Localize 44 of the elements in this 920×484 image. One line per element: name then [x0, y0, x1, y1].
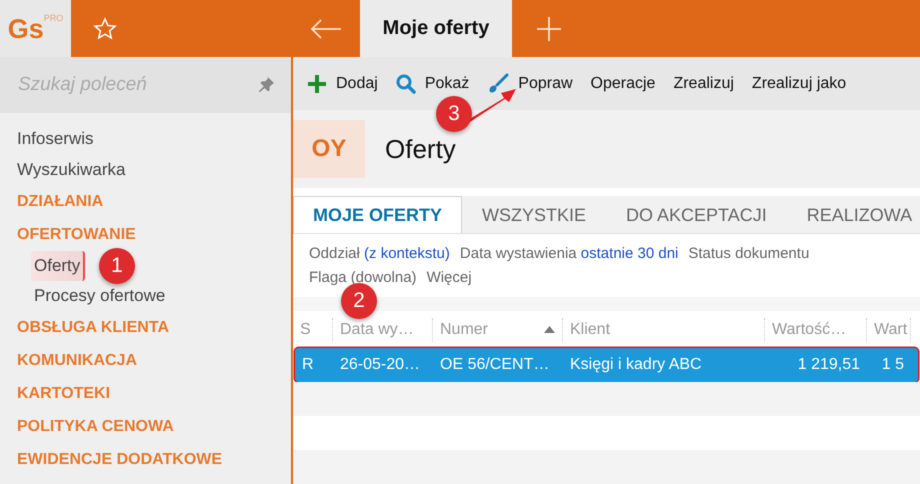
- table-cell-text: 1 219,51: [796, 356, 861, 374]
- search-box[interactable]: Szukaj poleceń: [0, 57, 291, 113]
- pin-icon[interactable]: [257, 76, 275, 94]
- module-badge: OY: [293, 120, 365, 178]
- column-header[interactable]: S: [293, 318, 333, 342]
- search-icon: [396, 74, 416, 94]
- search-input[interactable]: Szukaj poleceń: [18, 74, 257, 96]
- filter-link[interactable]: Oddział (z kontekstu): [309, 242, 450, 266]
- toolbar-button[interactable]: Operacje: [590, 74, 656, 93]
- brush-icon: [487, 72, 510, 95]
- table-cell-text: OE 56/CENT…: [439, 356, 550, 374]
- plus-icon: [307, 74, 327, 94]
- page-title: Oferty: [385, 134, 456, 165]
- table-row[interactable]: R 26-05-20… OE 56/CENT… Księgi i kadry ABC 1 219,51 1 5: [295, 348, 918, 382]
- tab[interactable]: DO AKCEPTACJI: [606, 196, 787, 233]
- tab[interactable]: MOJE OFERTY: [293, 196, 462, 233]
- toolbar-button[interactable]: Popraw: [487, 72, 573, 95]
- column-header[interactable]: Klient: [563, 318, 765, 342]
- column-header[interactable]: Numer: [433, 318, 563, 342]
- sidebar-item[interactable]: Procesy ofertowe: [31, 281, 168, 311]
- toolbar-button[interactable]: Zrealizuj jako: [752, 74, 846, 93]
- app-logo: Gs: [8, 14, 44, 44]
- sidebar-item[interactable]: Wyszukiwarka: [17, 154, 126, 185]
- filter-link[interactable]: Więcej: [426, 266, 472, 290]
- tab[interactable]: WSZYSTKIE: [462, 196, 606, 233]
- filter-link[interactable]: Data wystawienia ostatnie 30 dni: [460, 242, 678, 266]
- table-cell-text: 26-05-20…: [339, 356, 422, 374]
- toolbar-button[interactable]: Pokaż: [396, 74, 470, 94]
- pro-label: PRO: [44, 13, 64, 23]
- column-header[interactable]: Wart: [867, 318, 911, 342]
- back-arrow-icon[interactable]: [310, 18, 342, 38]
- toolbar-button[interactable]: Dodaj: [307, 74, 378, 94]
- filter-link[interactable]: Status dokumentu: [688, 242, 810, 266]
- toolbar-button[interactable]: Zrealizuj: [673, 74, 734, 93]
- table-cell-text: 1 5: [880, 356, 905, 374]
- table-cell-text: R: [301, 356, 315, 374]
- sidebar-item[interactable]: Infoserwis: [17, 123, 94, 154]
- plus-icon[interactable]: [536, 16, 562, 42]
- table-cell-text: Księgi i kadry ABC: [569, 356, 703, 374]
- sidebar-item[interactable]: Oferty: [31, 251, 86, 281]
- document-tab[interactable]: Moje oferty: [360, 0, 512, 57]
- tab[interactable]: REALIZOWA: [786, 196, 920, 233]
- column-header[interactable]: Wartość…: [765, 318, 867, 342]
- star-icon[interactable]: [93, 16, 117, 40]
